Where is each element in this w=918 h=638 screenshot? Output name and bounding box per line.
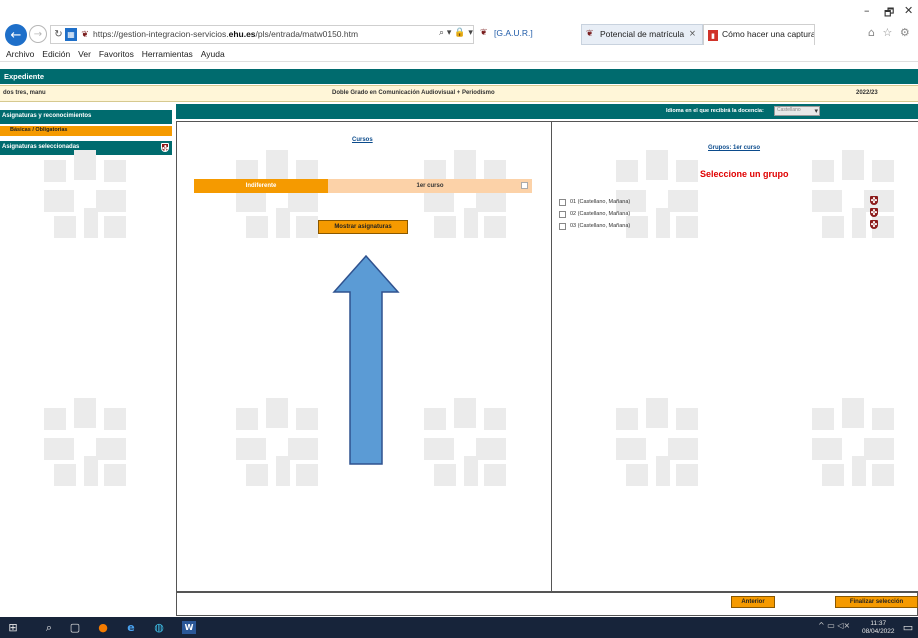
menu-edicion[interactable]: Edición xyxy=(39,47,73,59)
select-group-message: Seleccione un grupo xyxy=(700,169,789,179)
section-header: Expediente xyxy=(0,69,918,84)
edge-icon[interactable]: ◍ xyxy=(152,621,166,634)
course-option-label: 1er curso xyxy=(416,183,444,189)
notifications-icon[interactable]: ▭ xyxy=(902,621,914,634)
sidebar-item-asignaturas[interactable]: Asignaturas y reconocimientos xyxy=(0,110,172,124)
course-selector-row: Indiferente 1er curso xyxy=(194,179,532,193)
refresh-icon[interactable]: ↻ xyxy=(53,28,64,41)
group-label: 01 (Castellano, Mañana) xyxy=(570,199,631,205)
chevron-down-icon: ▾ xyxy=(814,107,818,115)
group-info-icon[interactable]: ✤ xyxy=(870,208,878,217)
menu-archivo[interactable]: Archivo xyxy=(3,47,37,59)
student-info-bar: dos tres, manu Doble Grado en Comunicaci… xyxy=(0,85,918,102)
toolbar-icons[interactable]: ⌂ ☆ ⚙ xyxy=(868,26,912,39)
degree-name: Doble Grado en Comunicación Audiovisual … xyxy=(332,90,495,96)
group-checkbox[interactable] xyxy=(559,223,566,230)
search-icon[interactable]: ⌕ xyxy=(42,621,56,634)
menu-ver[interactable]: Ver xyxy=(75,47,94,59)
tab-potencial-matricula[interactable]: ❦ Potencial de matrícula × xyxy=(581,24,703,45)
forward-arrow-icon[interactable]: → xyxy=(29,25,47,43)
firefox-icon[interactable]: ● xyxy=(96,621,110,634)
cursos-title[interactable]: Cursos xyxy=(352,137,373,143)
tab-label: Potencial de matrícula xyxy=(600,29,685,39)
sidebar-subitem-label: Básicas / Obligatorias xyxy=(10,127,68,133)
section-title: Expediente xyxy=(4,72,45,81)
clock-time: 11:37 xyxy=(870,620,887,627)
group-checkbox[interactable] xyxy=(559,199,566,206)
taskbar-clock[interactable]: 11:37 08/04/2022 xyxy=(862,620,895,636)
finish-selection-button[interactable]: Finalizar selección xyxy=(835,596,918,608)
maximize-icon[interactable]: 🗗 xyxy=(884,4,894,23)
site-favicon-icon: ❦ xyxy=(480,28,488,38)
student-name: dos tres, manu xyxy=(3,90,46,96)
group-label: 03 (Castellano, Mañana) xyxy=(570,223,631,229)
menu-favoritos[interactable]: Favoritos xyxy=(96,47,137,59)
taskbar: ⊞ ⌕ ▢ ● e ◍ W ^ ▭ ◁× 11:37 08/04/2022 ▭ xyxy=(0,617,918,638)
language-select[interactable]: Castellano ▾ xyxy=(774,106,820,116)
previous-button[interactable]: Anterior xyxy=(731,596,775,608)
language-label: Idioma en el que recibirá la docencia: xyxy=(666,108,764,114)
language-strip: Idioma en el que recibirá la docencia: C… xyxy=(176,104,918,119)
windows-start-icon[interactable]: ⊞ xyxy=(6,621,20,634)
groups-pane xyxy=(552,121,918,592)
tab-captura[interactable]: ▮ Cómo hacer una captura de pa... xyxy=(703,24,815,45)
university-shield-icon: ✤ xyxy=(161,143,169,153)
group-checkbox[interactable] xyxy=(559,211,566,218)
course-option-first-year[interactable]: 1er curso xyxy=(328,179,532,193)
group-info-icon[interactable]: ✤ xyxy=(870,196,878,205)
site-favicon-icon: ❦ xyxy=(81,29,89,40)
word-icon[interactable]: W xyxy=(182,621,196,634)
course-checkbox[interactable] xyxy=(521,182,528,189)
group-info-icon[interactable]: ✤ xyxy=(870,220,878,229)
minimize-icon[interactable]: – xyxy=(864,4,870,17)
menu-bar: Archivo Edición Ver Favoritos Herramient… xyxy=(0,47,918,62)
close-icon[interactable]: ✕ xyxy=(904,4,913,17)
footer-bar xyxy=(176,592,918,616)
url-text[interactable]: https://gestion-integracion-servicios.eh… xyxy=(93,29,358,39)
screen: ← → ↻ ▦ ❦ https://gestion-integracion-se… xyxy=(0,0,918,638)
language-select-value: Castellano xyxy=(777,107,801,113)
document-icon: ▮ xyxy=(708,30,718,41)
search-lock-icons[interactable]: ⌕ ▾ 🔒 ▾ xyxy=(439,28,473,38)
clock-date: 08/04/2022 xyxy=(862,628,895,635)
system-tray-icons[interactable]: ^ ▭ ◁× xyxy=(818,621,850,630)
sidebar-subitem-basicas[interactable]: Básicas / Obligatorias xyxy=(0,126,172,136)
browser-titlebar: ← → ↻ ▦ ❦ https://gestion-integracion-se… xyxy=(0,0,918,48)
site-favicon-icon: ❦ xyxy=(586,29,594,39)
tab-label: Cómo hacer una captura de pa... xyxy=(722,29,815,39)
internet-explorer-icon[interactable]: e xyxy=(124,621,138,634)
watermark-logo-icon xyxy=(44,150,134,240)
compatibility-icon[interactable]: ▦ xyxy=(65,28,77,41)
watermark-logo-icon xyxy=(44,398,134,488)
academic-year: 2022/23 xyxy=(856,90,878,96)
group-label: 02 (Castellano, Mañana) xyxy=(570,211,631,217)
tab-gaur[interactable]: ❦ [G.A.U.R.] xyxy=(476,24,581,45)
up-arrow-annotation xyxy=(332,254,400,465)
grupos-title[interactable]: Grupos: 1er curso xyxy=(708,145,760,151)
address-bar[interactable]: ↻ ▦ ❦ https://gestion-integracion-servic… xyxy=(50,25,474,44)
course-option-indiferente[interactable]: Indiferente xyxy=(194,179,328,193)
menu-ayuda[interactable]: Ayuda xyxy=(198,47,228,59)
sidebar-item-label: Asignaturas y reconocimientos xyxy=(2,113,92,119)
show-subjects-button[interactable]: Mostrar asignaturas xyxy=(318,220,408,234)
back-arrow-icon[interactable]: ← xyxy=(5,24,27,46)
menu-herramientas[interactable]: Herramientas xyxy=(139,47,196,59)
task-view-icon[interactable]: ▢ xyxy=(68,621,82,634)
tab-label: [G.A.U.R.] xyxy=(494,28,533,38)
tab-close-icon[interactable]: × xyxy=(689,29,696,39)
